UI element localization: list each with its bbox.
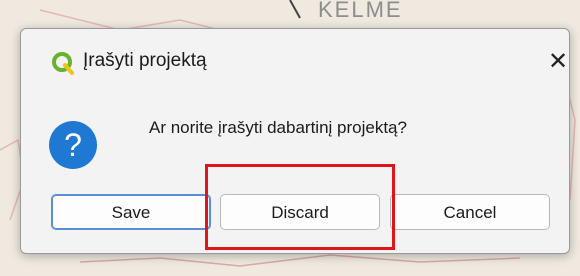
question-icon: ? xyxy=(49,121,97,169)
cancel-button[interactable]: Cancel xyxy=(390,194,550,230)
save-button[interactable]: Save xyxy=(51,194,211,230)
qgis-logo-icon xyxy=(52,52,74,75)
dialog-title: Įrašyti projektą xyxy=(83,50,207,71)
dialog-message: Ar norite įrašyti dabartinį projektą? xyxy=(149,118,407,137)
dialog-titlebar: Įrašyti projektą ✕ xyxy=(21,29,569,91)
discard-highlight-box xyxy=(205,164,395,250)
close-icon[interactable]: ✕ xyxy=(545,47,571,75)
map-place-label: KELMĖ xyxy=(318,0,403,22)
